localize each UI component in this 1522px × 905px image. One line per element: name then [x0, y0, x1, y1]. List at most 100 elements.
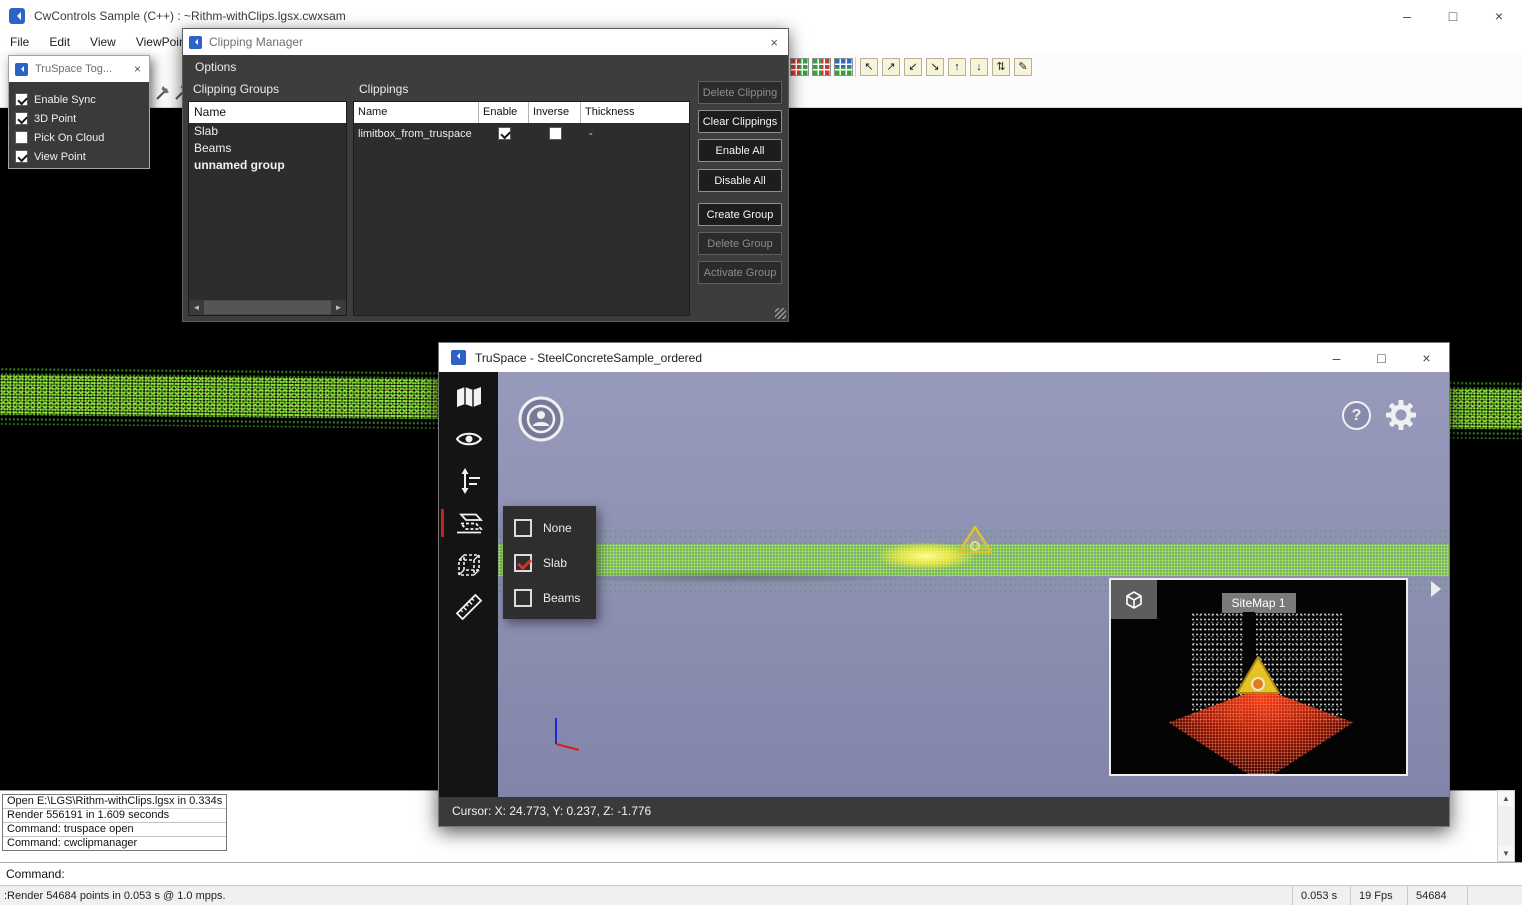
hammer-tool-icon-1[interactable] [153, 84, 171, 102]
toggle-3d-point[interactable]: 3D Point [9, 109, 149, 128]
eye-icon [455, 430, 483, 448]
ruler-icon [455, 593, 483, 621]
toggle-label: View Point [34, 151, 86, 163]
sitemap-mode-button[interactable] [1111, 580, 1157, 619]
toggle-enable-sync[interactable]: Enable Sync [9, 90, 149, 109]
settings-button[interactable] [1385, 399, 1417, 436]
desktop: CwControls Sample (C++) : ~Rithm-withCli… [0, 0, 1522, 905]
pick-tool-icon-2[interactable]: ↗ [882, 58, 900, 76]
column-header-name[interactable]: Name [354, 102, 479, 123]
clip-option-none[interactable]: None [503, 510, 596, 545]
checkbox[interactable] [514, 589, 532, 607]
scroll-up-icon[interactable]: ▲ [1498, 791, 1514, 806]
sitemap-panel[interactable]: SiteMap 1 [1109, 578, 1408, 776]
pick-tool-icon-3[interactable]: ↙ [904, 58, 922, 76]
pick-tool-icon-4[interactable]: ↘ [926, 58, 944, 76]
clear-clippings-button[interactable]: Clear Clippings [698, 110, 782, 133]
clipping-manager-titlebar[interactable]: Clipping Manager × [183, 29, 788, 55]
toggle-label: Pick On Cloud [34, 132, 104, 144]
grid-view-icon-2[interactable] [812, 58, 831, 76]
visibility-tool-button[interactable] [439, 418, 498, 460]
main-close-button[interactable]: × [1476, 0, 1522, 31]
truspace-minimize-button[interactable]: – [1314, 343, 1359, 372]
measure-tool-button[interactable] [439, 586, 498, 628]
limit-box-tool-button[interactable] [439, 544, 498, 586]
sitemap-tool-button[interactable] [439, 376, 498, 418]
resize-grip[interactable] [775, 308, 786, 319]
log-line: Command: cwclipmanager [3, 837, 226, 850]
log-box: Open E:\LGS\Rithm-withClips.lgsx in 0.33… [2, 794, 227, 851]
scroll-down-icon[interactable]: ▼ [1498, 846, 1514, 861]
clipping-manager-close-button[interactable]: × [770, 35, 778, 50]
column-header-thickness[interactable]: Thickness [581, 102, 689, 123]
axis-arrow-icon [456, 468, 482, 494]
enable-all-button[interactable]: Enable All [698, 139, 782, 162]
checkbox[interactable] [15, 131, 28, 144]
sitemap-scan-marker[interactable] [1234, 654, 1282, 703]
main-titlebar[interactable]: CwControls Sample (C++) : ~Rithm-withCli… [0, 0, 1522, 31]
axes-indicator [551, 716, 583, 757]
group-item-beams[interactable]: Beams [189, 140, 346, 157]
column-header-enable[interactable]: Enable [479, 102, 529, 123]
group-item-unnamed[interactable]: unnamed group [189, 157, 346, 174]
clipping-groups-list: Name Slab Beams unnamed group ◄ ► [188, 101, 347, 316]
grid-view-icon-1[interactable] [790, 58, 809, 76]
clip-option-beams[interactable]: Beams [503, 580, 596, 615]
menu-view[interactable]: View [80, 32, 126, 52]
toggles-logo-icon [15, 63, 28, 76]
inverse-checkbox[interactable] [549, 127, 562, 140]
command-input[interactable]: Command: [0, 862, 1522, 885]
disable-all-button[interactable]: Disable All [698, 169, 782, 192]
panorama-button[interactable] [518, 396, 564, 447]
toggles-close-button[interactable]: × [134, 62, 141, 76]
column-header-inverse[interactable]: Inverse [529, 102, 581, 123]
scan-position-marker[interactable] [957, 525, 993, 560]
menu-edit[interactable]: Edit [39, 32, 80, 52]
menu-file[interactable]: File [0, 32, 39, 52]
main-minimize-button[interactable]: – [1384, 0, 1430, 31]
pick-tool-icon-5[interactable]: ↑ [948, 58, 966, 76]
checkbox[interactable] [15, 150, 28, 163]
activate-group-button[interactable]: Activate Group [698, 261, 782, 284]
scroll-right-icon[interactable]: ► [331, 300, 346, 315]
checkbox[interactable] [15, 93, 28, 106]
group-item-slab[interactable]: Slab [189, 123, 346, 140]
truspace-viewport[interactable]: ? None Slab B [498, 372, 1449, 797]
scroll-left-icon[interactable]: ◄ [189, 300, 204, 315]
groups-horizontal-scrollbar[interactable]: ◄ ► [189, 300, 346, 315]
pick-tool-icon-1[interactable]: ↖ [860, 58, 878, 76]
status-point-count: 54684 [1407, 886, 1467, 905]
scrollbar-thumb[interactable] [204, 301, 331, 314]
truspace-maximize-button[interactable]: □ [1359, 343, 1404, 372]
pick-tool-icon-6[interactable]: ↓ [970, 58, 988, 76]
options-menu[interactable]: Options [183, 55, 788, 79]
delete-group-button[interactable]: Delete Group [698, 232, 782, 255]
delete-clipping-button[interactable]: Delete Clipping [698, 81, 782, 104]
grid-view-icon-3[interactable] [834, 58, 853, 76]
clip-option-slab[interactable]: Slab [503, 545, 596, 580]
help-button[interactable]: ? [1342, 401, 1371, 430]
panel-expander-arrow[interactable] [1431, 581, 1441, 597]
pick-tool-icon-8[interactable]: ✎ [1014, 58, 1032, 76]
checkbox[interactable] [514, 519, 532, 537]
create-group-button[interactable]: Create Group [698, 203, 782, 226]
toggle-pick-on-cloud[interactable]: Pick On Cloud [9, 128, 149, 147]
main-maximize-button[interactable]: □ [1430, 0, 1476, 31]
sitemap-title: SiteMap 1 [1221, 593, 1295, 613]
clipping-tool-button[interactable] [439, 502, 498, 544]
truspace-close-button[interactable]: × [1404, 343, 1449, 372]
status-grip [1467, 886, 1522, 905]
move-axis-tool-button[interactable] [439, 460, 498, 502]
clipping-manager-logo-icon [189, 36, 202, 49]
checkbox[interactable] [15, 112, 28, 125]
checkbox[interactable] [514, 554, 532, 572]
clipping-row[interactable]: limitbox_from_truspace - [354, 123, 689, 144]
toggles-titlebar[interactable]: TruSpace Tog... × [9, 56, 149, 82]
toggle-view-point[interactable]: View Point [9, 147, 149, 166]
enable-checkbox[interactable] [498, 127, 511, 140]
log-scrollbar[interactable]: ▲ ▼ [1497, 790, 1515, 862]
pick-tool-icon-7[interactable]: ⇅ [992, 58, 1010, 76]
cube-icon [1123, 590, 1145, 610]
truspace-titlebar[interactable]: TruSpace - SteelConcreteSample_ordered –… [439, 343, 1449, 372]
groups-name-header[interactable]: Name [189, 102, 346, 123]
